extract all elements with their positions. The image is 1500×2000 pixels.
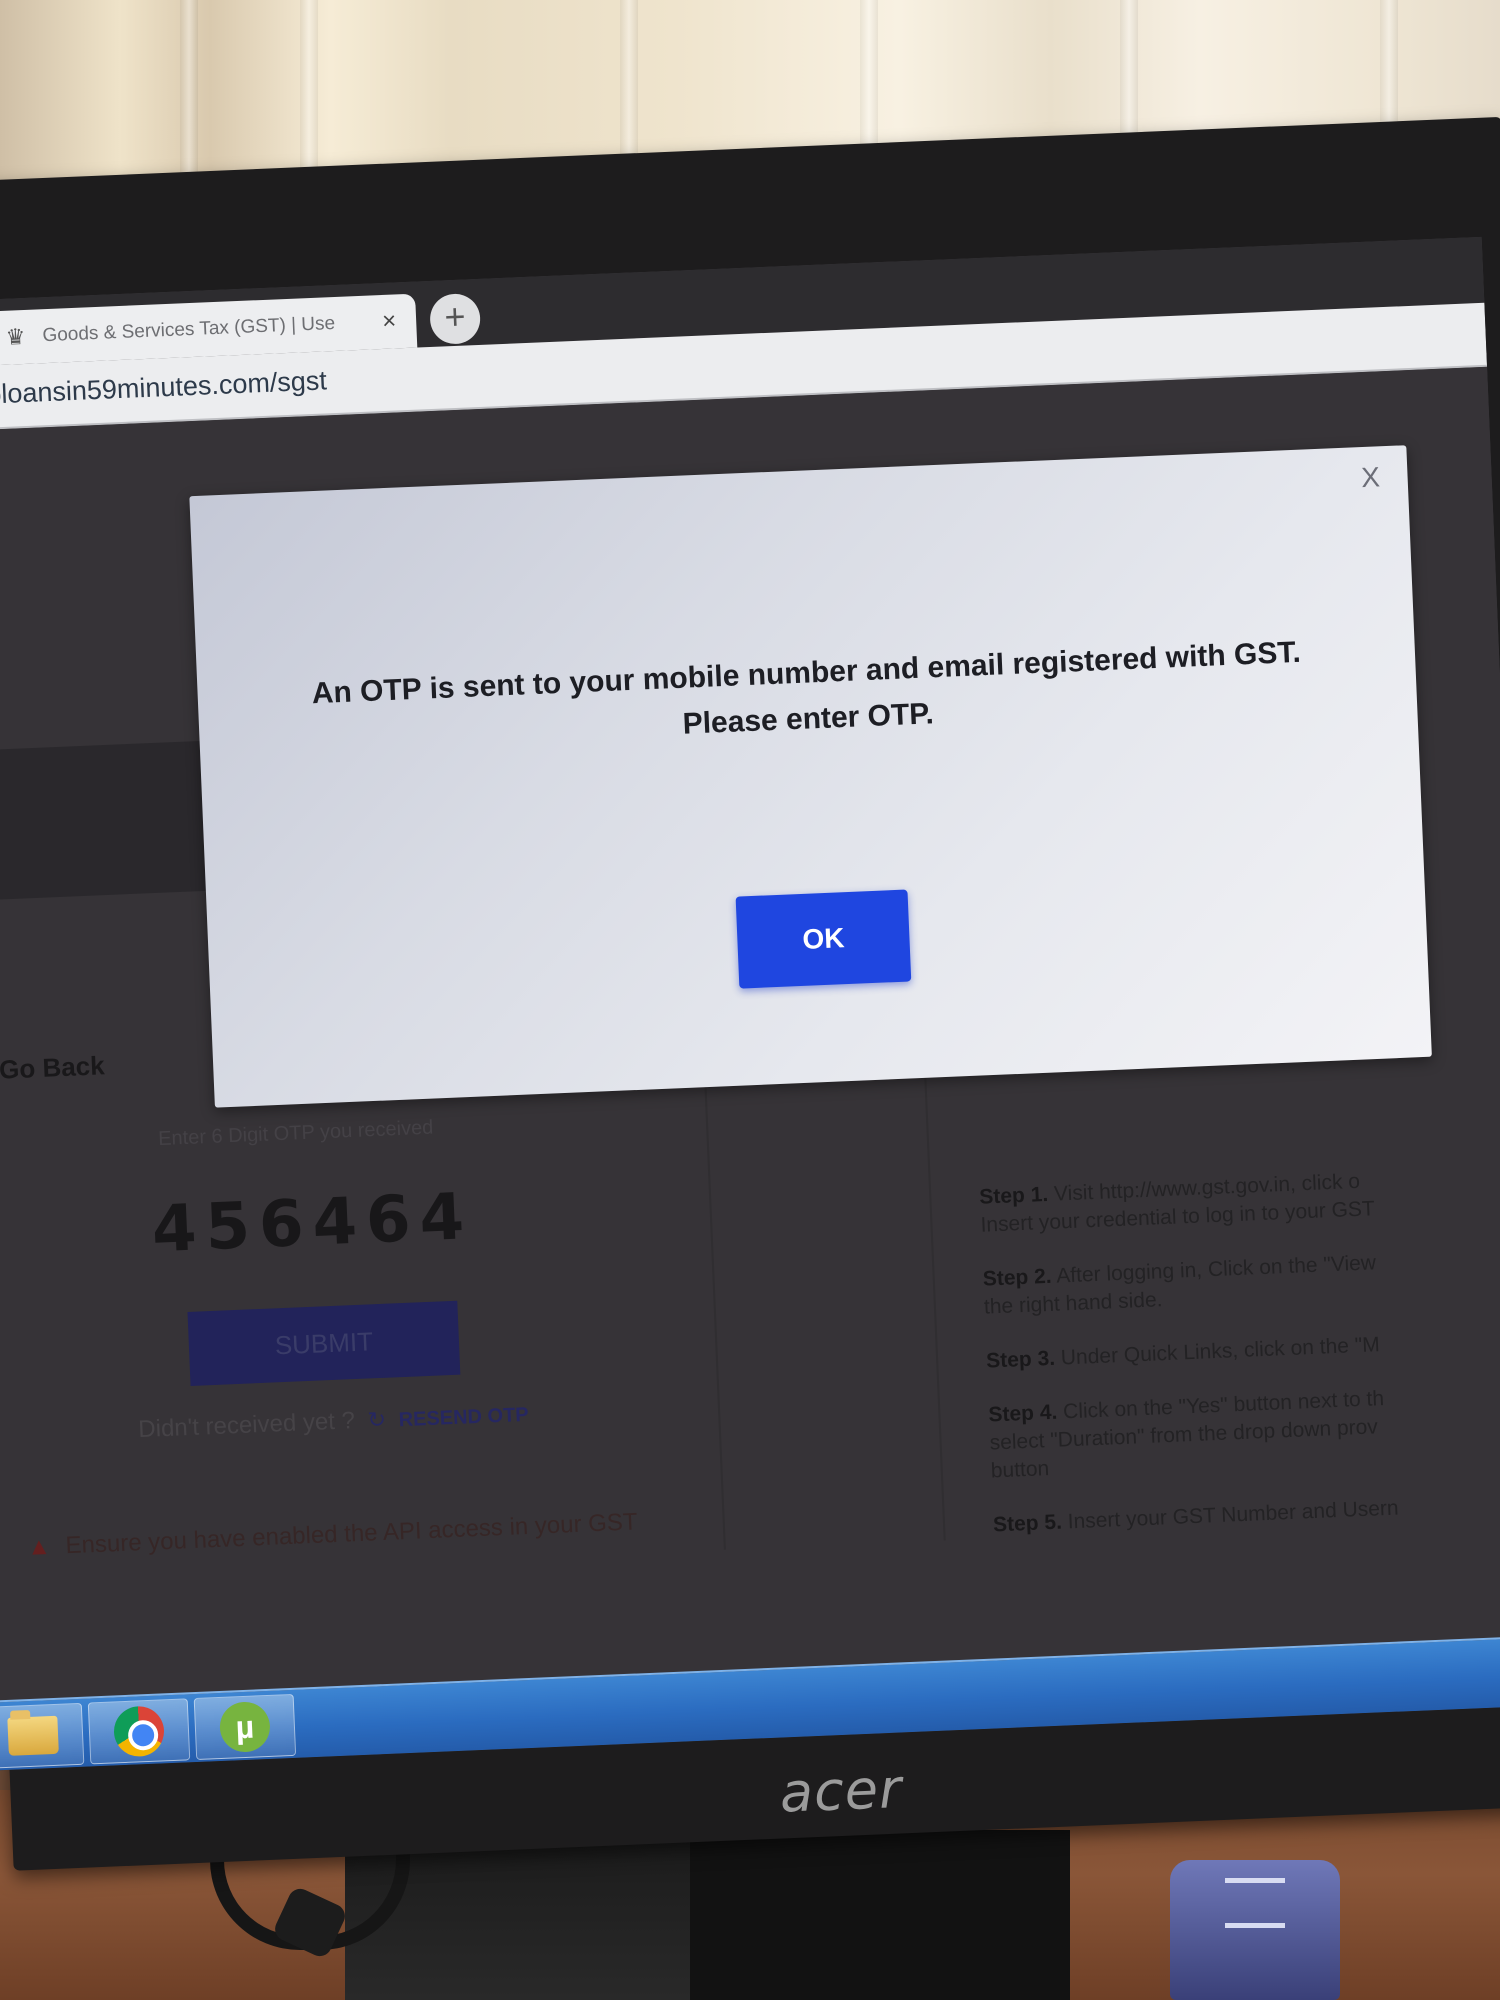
vga-connector [1170,1860,1340,2000]
emblem-icon: ♛ [5,323,26,350]
monitor-stand-neck [690,1830,1070,2000]
chrome-icon [112,1705,166,1758]
tab-title: Goods & Services Tax (GST) | Use [42,312,336,347]
close-icon[interactable]: X [1355,461,1386,493]
otp-sent-dialog: X An OTP is sent to your mobile number a… [189,445,1432,1108]
monitor-brand-logo: acer [778,1756,904,1825]
taskbar-explorer-button[interactable] [0,1702,85,1769]
folder-icon [7,1715,59,1756]
taskbar-chrome-button[interactable] [87,1698,191,1765]
tab-close-icon[interactable]: × [376,307,403,336]
url-text[interactable]: sbloansin59minutes.com/sgst [0,365,327,411]
new-tab-button[interactable]: + [429,292,482,345]
ok-button[interactable]: OK [735,889,912,989]
monitor-screen: x ♛ Goods & Services Tax (GST) | Use × +… [0,236,1500,1771]
utorrent-icon: µ [218,1700,271,1753]
taskbar-utorrent-button[interactable]: µ [193,1693,297,1761]
dialog-message: An OTP is sent to your mobile number and… [197,625,1418,768]
